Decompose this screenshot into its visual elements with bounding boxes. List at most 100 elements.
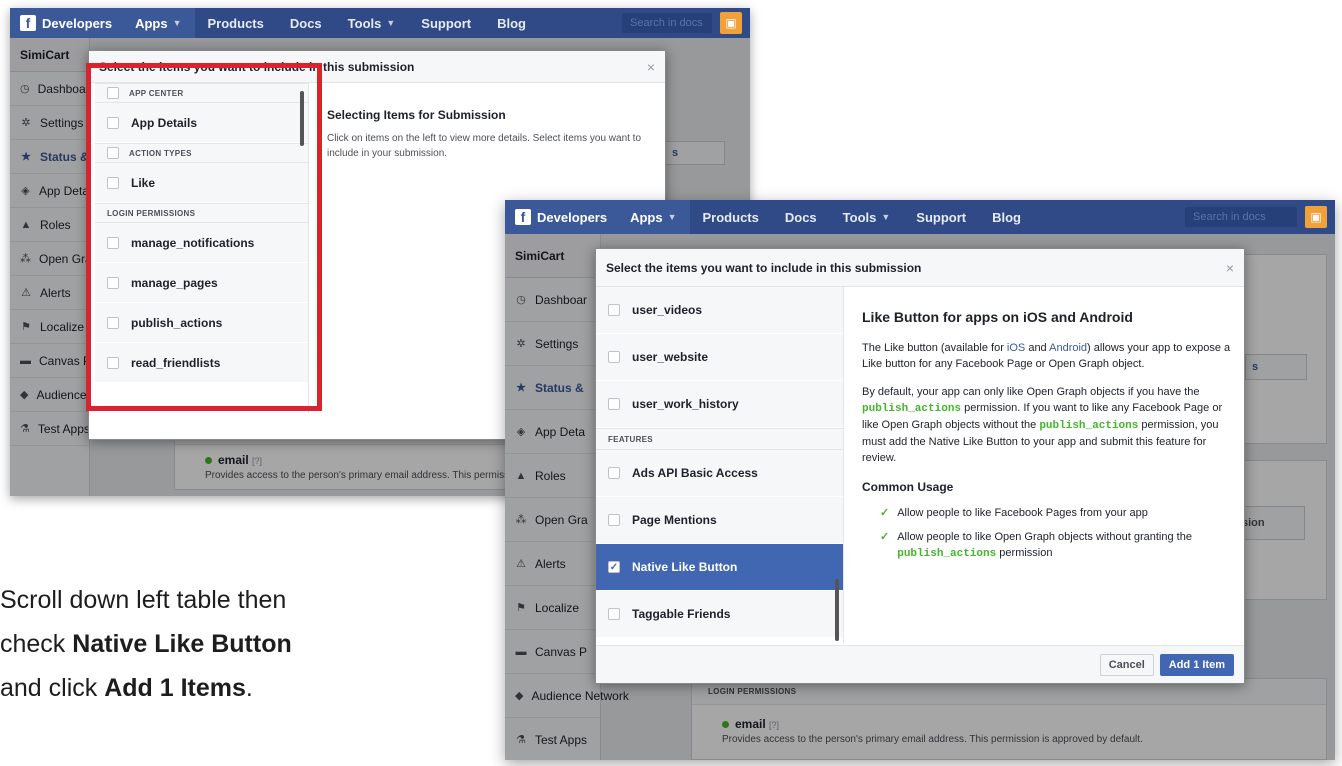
caption-line-2: check Native Like Button [0, 622, 292, 666]
ios-link[interactable]: iOS [1007, 342, 1025, 354]
checkbox-icon[interactable] [608, 304, 620, 316]
text: and click [0, 674, 105, 702]
list-item[interactable]: user_videos [596, 287, 843, 334]
developers-brand[interactable]: f Developers [505, 200, 618, 234]
detail-paragraph-2: By default, your app can only like Open … [862, 385, 1232, 467]
modal-title: Select the items you want to include in … [606, 260, 922, 275]
item-label: Page Mentions [632, 513, 717, 527]
nav-tools-label: Tools [842, 209, 877, 225]
chevron-down-icon: ▼ [172, 18, 182, 28]
text: permission [996, 547, 1053, 560]
nav-apps[interactable]: Apps ▼ [122, 8, 195, 38]
submission-modal: Select the items you want to include in … [595, 248, 1245, 684]
detail-paragraph-1: The Like button (available for iOS and A… [862, 341, 1232, 373]
scrollbar[interactable] [835, 579, 839, 641]
nav-blog[interactable]: Blog [484, 8, 539, 38]
list-item[interactable]: user_work_history [596, 381, 843, 428]
list-item[interactable]: Page Mentions [596, 497, 843, 544]
search-input[interactable]: Search in docs [622, 13, 712, 33]
code-publish-actions: publish_actions [1039, 420, 1139, 433]
search-input[interactable]: Search in docs [1185, 207, 1297, 227]
brand-label: Developers [42, 15, 113, 31]
cancel-button[interactable]: Cancel [1099, 653, 1154, 676]
list-section-header: FEATURES [596, 428, 843, 450]
detail-pane: Like Button for apps on iOS and Android … [862, 307, 1232, 571]
code-publish-actions: publish_actions [862, 403, 962, 416]
item-label: user_website [632, 350, 709, 364]
nav-docs[interactable]: Docs [772, 200, 830, 234]
facebook-logo-icon: f [515, 209, 531, 225]
nav-support[interactable]: Support [408, 8, 484, 38]
close-icon[interactable]: × [1226, 260, 1234, 276]
items-list[interactable]: user_videos user_website user_work_history… [596, 287, 844, 643]
nav-products[interactable]: Products [195, 8, 277, 38]
nav-docs[interactable]: Docs [277, 8, 335, 38]
nav-tools[interactable]: Tools ▼ [335, 8, 409, 38]
chevron-down-icon: ▼ [881, 212, 891, 222]
text: Allow people to like Open Graph objects … [897, 531, 1192, 544]
item-label: user_videos [632, 303, 703, 317]
checkbox-icon[interactable] [608, 467, 620, 479]
checkbox-icon[interactable] [608, 608, 620, 620]
list-item[interactable]: ✓ Native Like Button [596, 544, 843, 591]
text: The Like button (available for [862, 342, 1007, 355]
nav-tools[interactable]: Tools ▼ [830, 200, 904, 234]
item-label: Taggable Friends [632, 607, 731, 621]
screenshot-2: f Developers Apps ▼ Products Docs Tools ▼ … [505, 200, 1335, 760]
modal-title-bar: Select the items you want to include in … [596, 249, 1244, 287]
instruction-caption: Scroll down left table then check Native… [0, 578, 292, 710]
detail-text: Click on items on the left to view more … [327, 133, 642, 159]
detail-pane: Selecting Items for Submission Click on … [327, 107, 657, 173]
item-label: Native Like Button [632, 560, 738, 574]
developers-brand[interactable]: f Developers [10, 8, 123, 38]
checkbox-checked-icon[interactable]: ✓ [608, 561, 620, 573]
checkbox-icon[interactable] [608, 351, 620, 363]
detail-title: Selecting Items for Submission [327, 108, 506, 122]
notification-icon[interactable]: ▣ [720, 12, 742, 34]
brand-label: Developers [537, 209, 608, 225]
usage-item: ✓ Allow people to like Open Graph objects… [862, 530, 1232, 563]
checkbox-icon[interactable] [608, 514, 620, 526]
nav-support[interactable]: Support [903, 200, 979, 234]
top-nav: f Developers Apps ▼ Products Docs Tools ▼ … [505, 200, 1335, 234]
android-link[interactable]: Android [1049, 342, 1087, 354]
nav-apps-label: Apps [630, 209, 663, 225]
checkmark-icon: ✓ [880, 531, 890, 544]
section-label: FEATURES [608, 434, 653, 444]
item-label: user_work_history [632, 397, 739, 411]
text: . [245, 674, 253, 702]
nav-products[interactable]: Products [690, 200, 772, 234]
emphasis: Add 1 Items [104, 674, 246, 702]
nav-apps-label: Apps [135, 15, 168, 31]
facebook-logo-icon: f [20, 15, 36, 31]
usage-item: ✓ Allow people to like Facebook Pages fro… [862, 506, 1232, 522]
usage-text: Allow people to like Open Graph objects … [897, 530, 1232, 563]
add-item-button[interactable]: Add 1 Item [1159, 653, 1234, 676]
close-icon[interactable]: × [647, 59, 655, 75]
emphasis: Native Like Button [72, 630, 292, 658]
text: check [0, 630, 73, 658]
list-item[interactable]: Ads API Basic Access [596, 450, 843, 497]
caption-line-1: Scroll down left table then [0, 586, 287, 614]
list-item[interactable]: user_website [596, 334, 843, 381]
code-publish-actions: publish_actions [897, 548, 997, 561]
modal-footer: Cancel Add 1 Item [596, 645, 1244, 683]
nav-apps[interactable]: Apps ▼ [617, 200, 690, 234]
chevron-down-icon: ▼ [667, 212, 677, 222]
text: By default, your app can only like Open … [862, 386, 1200, 399]
notification-icon[interactable]: ▣ [1305, 206, 1327, 228]
checkbox-icon[interactable] [608, 398, 620, 410]
text: and [1025, 342, 1050, 355]
highlight-box [86, 63, 322, 411]
detail-title: Like Button for apps on iOS and Android [862, 309, 1133, 325]
usage-text: Allow people to like Facebook Pages from… [897, 507, 1148, 520]
list-item[interactable]: Taggable Friends [596, 591, 843, 638]
nav-tools-label: Tools [347, 15, 382, 31]
item-label: Ads API Basic Access [632, 466, 758, 480]
checkmark-icon: ✓ [880, 507, 890, 520]
nav-blog[interactable]: Blog [979, 200, 1034, 234]
top-nav: f Developers Apps ▼ Products Docs Tools ▼ … [10, 8, 750, 38]
common-usage-heading: Common Usage [862, 479, 954, 494]
chevron-down-icon: ▼ [386, 18, 396, 28]
caption-line-3: and click Add 1 Items. [0, 666, 292, 710]
